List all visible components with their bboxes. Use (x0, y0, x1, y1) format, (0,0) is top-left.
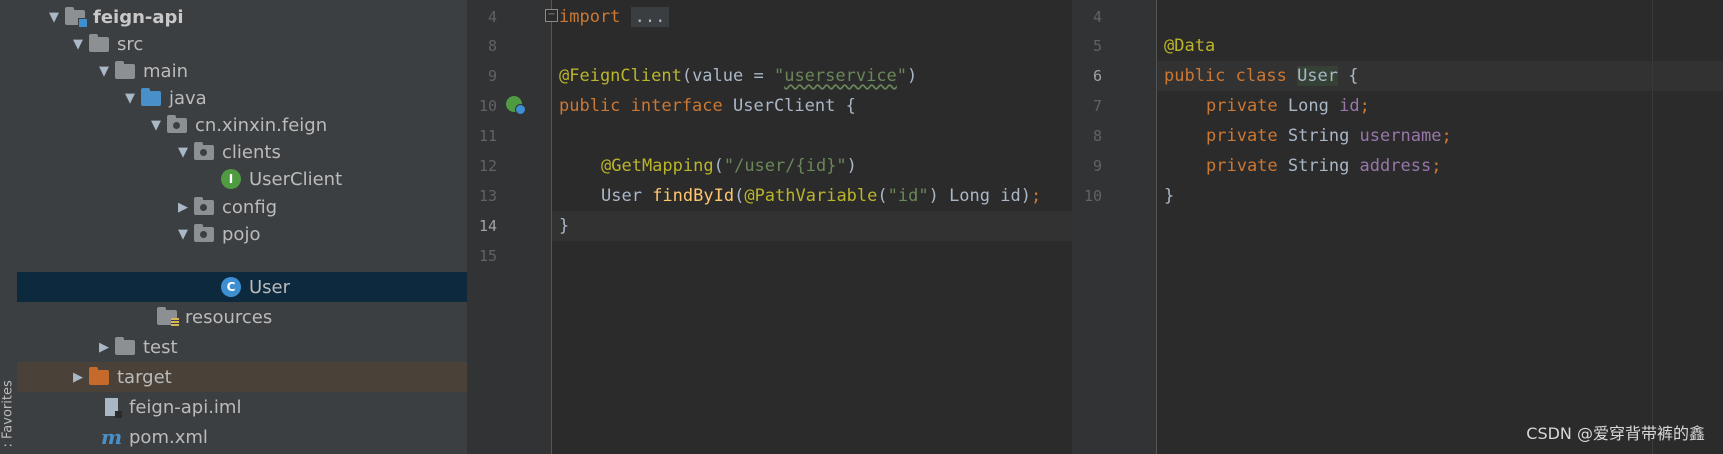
code-line-12: @GetMapping("/user/{id}") (601, 156, 857, 176)
right-margin-guide (1652, 0, 1653, 454)
resources-folder-icon (157, 306, 183, 328)
code-line-13: User findById(@PathVariable("id") Long i… (601, 186, 1042, 206)
folded-imports[interactable]: ... (630, 7, 670, 27)
project-tree: ▼ feign-api ▼ src ▼ main ▼ java ▼ cn.xin… (17, 0, 467, 454)
code-line-10: } (1164, 186, 1175, 206)
package-icon (194, 196, 220, 218)
expand-arrow-icon[interactable]: ▼ (172, 145, 194, 160)
current-line-highlight (552, 211, 1072, 241)
tree-node-userclient[interactable]: I UserClient (17, 164, 467, 194)
line-number: 8 (487, 37, 497, 55)
code-line-5: @Data (1164, 36, 1216, 56)
line-number: 11 (478, 127, 497, 145)
tree-node-label: src (117, 33, 144, 55)
tree-node-target[interactable]: ▶ target (17, 362, 467, 392)
class-icon: C (221, 276, 247, 298)
watermark: CSDN @爱穿背带裤的鑫 (1526, 424, 1705, 443)
tree-node-label: feign-api (93, 6, 184, 28)
code-line-4: import ... (559, 2, 670, 32)
package-icon (194, 141, 220, 163)
line-number: 13 (478, 187, 497, 205)
expand-arrow-icon[interactable]: ▼ (43, 10, 65, 25)
tree-node-main[interactable]: ▼ main (17, 56, 467, 86)
line-number: 10 (478, 97, 497, 115)
code-line-8: private String username; (1206, 126, 1452, 146)
tree-node-label: pojo (222, 223, 261, 245)
favorites-tool-button[interactable]: : Favorites (1, 368, 16, 447)
editor-userclient[interactable]: 4 8 9 10 11 12 13 14 15 − import ... @Fe… (467, 0, 1072, 454)
line-number: 4 (487, 8, 497, 26)
tree-node-user-selected[interactable]: C User (17, 272, 467, 302)
editor-user[interactable]: 4 5 6 7 8 9 10 @Data public class User {… (1072, 0, 1723, 454)
expand-arrow-icon[interactable]: ▼ (119, 91, 141, 106)
line-number: 8 (1092, 127, 1102, 145)
code-line-14: } (559, 216, 570, 236)
code-line-6: public class User { (1164, 66, 1359, 86)
collapse-arrow-icon[interactable]: ▶ (93, 340, 115, 355)
tree-node-src[interactable]: ▼ src (17, 29, 467, 59)
typo-underline: userservice (784, 66, 897, 86)
code-line-10: public interface UserClient { (559, 96, 856, 116)
tree-node-feign-api[interactable]: ▼ feign-api (17, 2, 467, 32)
code-line-7: private Long id; (1206, 96, 1370, 116)
spring-bean-gutter-icon[interactable] (506, 96, 526, 115)
tree-node-pojo[interactable]: ▼ pojo (17, 219, 467, 249)
tree-node-test[interactable]: ▶ test (17, 332, 467, 362)
package-icon (167, 114, 193, 136)
line-number: 9 (1092, 157, 1102, 175)
line-number-current: 6 (1092, 67, 1102, 85)
iml-file-icon (101, 396, 127, 418)
module-folder-icon (65, 6, 91, 28)
tree-node-config[interactable]: ▶ config (17, 192, 467, 222)
tree-node-pom-xml[interactable]: m pom.xml (17, 422, 467, 452)
line-number: 9 (487, 67, 497, 85)
collapse-arrow-icon[interactable]: ▶ (172, 200, 194, 215)
excluded-folder-icon (89, 366, 115, 388)
tree-node-label: User (249, 276, 291, 298)
identifier-highlight: User (1297, 66, 1339, 86)
line-number: 15 (478, 247, 497, 265)
maven-icon: m (101, 425, 123, 449)
line-number: 7 (1092, 97, 1102, 115)
tree-node-feign-api-iml[interactable]: feign-api.iml (17, 392, 467, 422)
line-number: 5 (1092, 37, 1102, 55)
tree-node-label: config (222, 196, 278, 218)
line-gutter[interactable]: 4 8 9 10 11 12 13 14 15 − (467, 0, 558, 454)
tree-node-clients[interactable]: ▼ clients (17, 137, 467, 167)
fold-toggle-icon[interactable]: − (545, 9, 558, 22)
package-icon (194, 223, 220, 245)
tree-node-label: cn.xinxin.feign (195, 114, 328, 136)
tree-node-resources[interactable]: resources (17, 302, 467, 332)
tree-node-label: java (169, 87, 207, 109)
tree-node-label: main (143, 60, 188, 82)
line-number-current: 14 (478, 217, 497, 235)
tree-node-label: test (143, 336, 178, 358)
tree-node-label: pom.xml (129, 426, 208, 448)
tree-node-label: UserClient (249, 168, 343, 190)
expand-arrow-icon[interactable]: ▼ (67, 37, 89, 52)
tree-node-label: target (117, 366, 172, 388)
code-line-9: private String address; (1206, 156, 1442, 176)
tree-node-cn-xinxin-feign[interactable]: ▼ cn.xinxin.feign (17, 110, 467, 140)
tool-window-strip: : Favorites (0, 0, 18, 454)
tree-node-label: feign-api.iml (129, 396, 242, 418)
line-number: 10 (1083, 187, 1102, 205)
expand-arrow-icon[interactable]: ▼ (93, 64, 115, 79)
tree-node-java[interactable]: ▼ java (17, 83, 467, 113)
tree-node-label: clients (222, 141, 281, 163)
collapse-arrow-icon[interactable]: ▶ (67, 370, 89, 385)
line-number: 4 (1092, 8, 1102, 26)
folder-icon (89, 33, 115, 55)
folder-icon (115, 60, 141, 82)
code-line-9: @FeignClient(value = "userservice") (559, 66, 918, 86)
expand-arrow-icon[interactable]: ▼ (145, 118, 167, 133)
line-gutter[interactable]: 4 5 6 7 8 9 10 (1072, 0, 1157, 454)
expand-arrow-icon[interactable]: ▼ (172, 227, 194, 242)
line-number: 12 (478, 157, 497, 175)
interface-icon: I (221, 168, 247, 190)
folder-icon (115, 336, 141, 358)
tree-node-label: resources (185, 306, 273, 328)
source-folder-icon (141, 87, 167, 109)
